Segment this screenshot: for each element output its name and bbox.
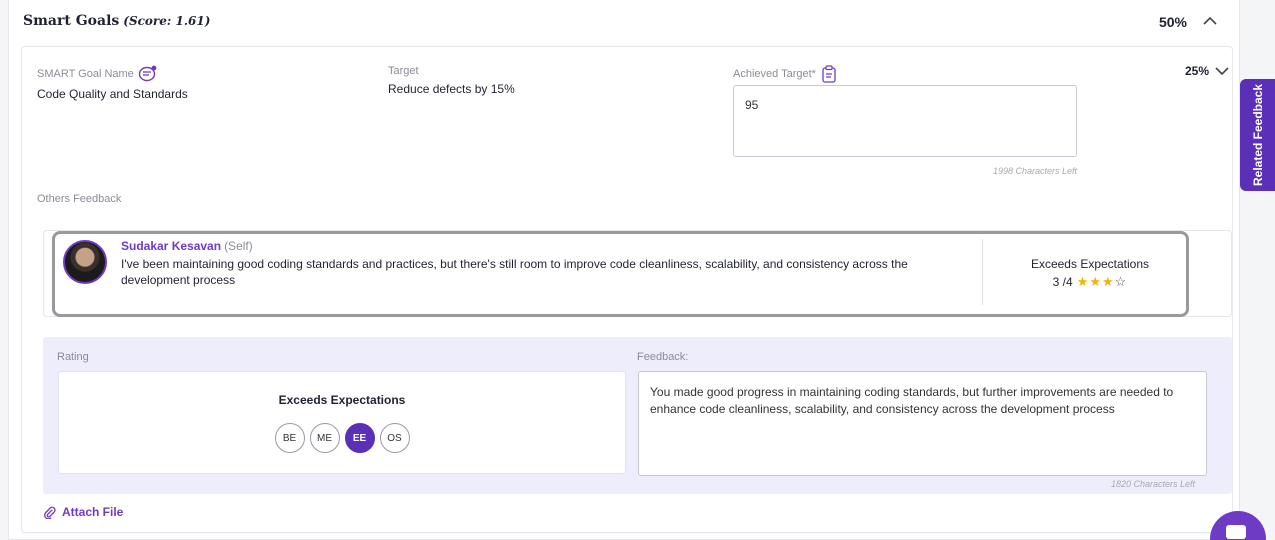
section-title-text: Smart Goals (23, 13, 120, 29)
attach-file-link[interactable]: Attach File (43, 505, 123, 519)
rating-option-ee[interactable]: EE (344, 423, 375, 453)
others-feedback-card: Sudakar Kesavan (Self) I've been maintain… (43, 230, 1232, 317)
related-feedback-label: Related Feedback (1250, 83, 1265, 187)
goal-name-label: SMART Goal Name (37, 65, 158, 83)
feedback-item[interactable]: Sudakar Kesavan (Self) I've been maintain… (52, 231, 1189, 317)
smart-goals-section: Smart Goals (Score: 1.61) 50% SMART Goal … (8, 0, 1240, 540)
paperclip-icon (44, 506, 56, 519)
selected-rating-label: Exceeds Expectations (278, 393, 406, 407)
goal-name-value: Code Quality and Standards (37, 87, 188, 101)
rating-label: Rating (57, 351, 89, 363)
chevron-up-icon[interactable] (1201, 12, 1219, 30)
section-percent: 50% (1158, 14, 1187, 30)
rating-options: BE ME EE OS (59, 423, 625, 453)
feedback-label: Feedback: (637, 351, 689, 363)
star-icon: ★ (1076, 274, 1090, 289)
chat-bubble-icon (1226, 525, 1246, 539)
rating-option-os[interactable]: OS (379, 423, 410, 453)
goal-percent: 25% (1184, 64, 1209, 78)
target-value: Reduce defects by 15% (388, 82, 515, 96)
achieved-target-label: Achieved Target* (733, 65, 838, 83)
star-icon: ★ (1089, 274, 1102, 289)
goal-name-label-text: SMART Goal Name (37, 68, 134, 80)
target-label: Target (388, 65, 419, 77)
achieved-target-input[interactable]: 95 (733, 85, 1077, 157)
reviewer-rating-score: 3 /4 (1052, 275, 1073, 289)
reviewer-rating-label: Exceeds Expectations (1030, 257, 1150, 271)
chevron-down-icon[interactable] (1214, 63, 1230, 79)
rating-option-be[interactable]: BE (274, 423, 305, 453)
star-rating: ★★★☆ (1077, 274, 1128, 290)
evaluation-panel: Rating Feedback: Exceeds Expectations BE… (43, 337, 1232, 494)
related-feedback-tab[interactable]: Related Feedback (1240, 79, 1275, 191)
feedback-chars-left: 1820 Characters Left (1110, 479, 1195, 489)
page: Smart Goals (Score: 1.61) 50% SMART Goal … (0, 0, 1275, 540)
reviewer-rating-score-row: 3 /4 ★★★☆ (985, 274, 1195, 290)
star-outline-icon: ☆ (1114, 274, 1128, 289)
achieved-chars-left: 1998 Characters Left (992, 166, 1077, 176)
reviewer-name[interactable]: Sudakar Kesavan (121, 239, 221, 253)
reviewer-line: Sudakar Kesavan (Self) (121, 239, 253, 253)
clipboard-icon[interactable] (820, 65, 838, 83)
chat-icon[interactable] (138, 65, 158, 83)
divider (982, 239, 983, 305)
section-title: Smart Goals (Score: 1.61) (23, 13, 210, 29)
avatar (63, 240, 107, 284)
reviewer-feedback-text: I've been maintaining good coding standa… (121, 257, 908, 287)
reviewer-rating: Exceeds Expectations 3 /4 ★★★☆ (985, 257, 1195, 290)
rating-option-me[interactable]: ME (309, 423, 340, 453)
feedback-textarea[interactable]: You made good progress in maintaining co… (638, 371, 1207, 476)
rating-selector: Exceeds Expectations BE ME EE OS (58, 371, 626, 474)
attach-file-label: Attach File (62, 505, 124, 519)
star-icon: ★ (1102, 274, 1115, 289)
goal-card: SMART Goal Name Code Quality and Standar… (21, 46, 1233, 533)
achieved-target-label-text: Achieved Target* (733, 68, 816, 80)
section-score: (Score: 1.61) (123, 14, 211, 28)
reviewer-role: (Self) (224, 239, 253, 253)
others-feedback-label: Others Feedback (37, 193, 122, 205)
